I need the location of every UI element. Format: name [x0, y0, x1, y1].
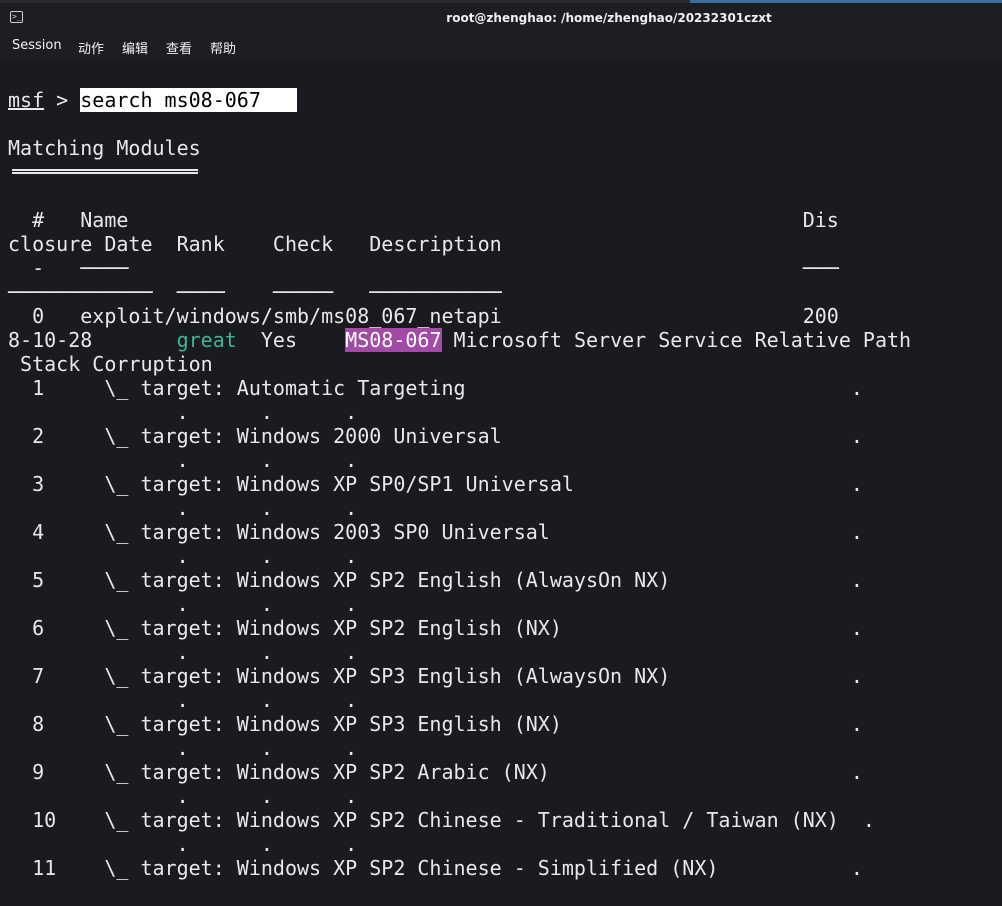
- target-row-10: 10 \_ target: Windows XP SP2 Chinese - T…: [8, 808, 875, 832]
- menu-session[interactable]: Session: [12, 38, 62, 53]
- table-header-line1: # Name Dis: [8, 208, 839, 232]
- target-row-3: 3 \_ target: Windows XP SP0/SP1 Universa…: [8, 472, 863, 496]
- menu-help[interactable]: 帮助: [210, 38, 236, 57]
- row0-check: Yes: [236, 328, 346, 352]
- target-dots-1: . . .: [8, 400, 358, 424]
- target-row-8: 8 \_ target: Windows XP SP3 English (NX)…: [8, 712, 863, 736]
- target-dots-7: . . .: [8, 688, 358, 712]
- target-dots-9: . . .: [8, 784, 358, 808]
- target-dots-8: . . .: [8, 736, 358, 760]
- prompt-line: msf > search ms08-067: [8, 88, 297, 112]
- table-header-line2: closure Date Rank Check Description: [8, 232, 502, 256]
- matching-modules-heading: Matching Modules: [8, 136, 201, 160]
- row0-rank: great: [176, 328, 237, 352]
- prompt-name: msf: [8, 88, 45, 112]
- row0-description: Microsoft Server Service Relative Path: [441, 328, 912, 352]
- target-dots-4: . . .: [8, 544, 358, 568]
- command-input[interactable]: search ms08-067: [80, 88, 297, 112]
- row0-line2: 8-10-28 great Yes MS08-067 Microsoft Ser…: [8, 328, 911, 352]
- row0-match-highlight: MS08-067: [345, 328, 442, 352]
- top-strip: [0, 0, 1002, 3]
- menu-action[interactable]: 动作: [78, 38, 104, 57]
- menu-bar: Session 动作 编辑 查看 帮助: [0, 34, 1002, 58]
- table-dash-line2: ──────────── ──── ───── ───────────: [8, 280, 502, 304]
- top-strip-accent: [690, 0, 1002, 3]
- target-dots-6: . . .: [8, 640, 358, 664]
- target-row-9: 9 \_ target: Windows XP SP2 Arabic (NX) …: [8, 760, 863, 784]
- heading-underline: [12, 169, 198, 174]
- target-row-2: 2 \_ target: Windows 2000 Universal .: [8, 424, 863, 448]
- prompt-separator: >: [44, 88, 81, 112]
- target-dots-10: . . .: [8, 832, 358, 856]
- target-row-6: 6 \_ target: Windows XP SP2 English (NX)…: [8, 616, 863, 640]
- target-dots-2: . . .: [8, 448, 358, 472]
- row0-line1: 0 exploit/windows/smb/ms08_067_netapi 20…: [8, 304, 839, 328]
- target-row-7: 7 \_ target: Windows XP SP3 English (Alw…: [8, 664, 863, 688]
- menu-edit[interactable]: 编辑: [122, 38, 148, 57]
- terminal-output[interactable]: msf > search ms08-067 Matching Modules #…: [0, 58, 1002, 906]
- target-row-5: 5 \_ target: Windows XP SP2 English (Alw…: [8, 568, 863, 592]
- window-title: root@zhenghao: /home/zhenghao/20232301cz…: [446, 11, 772, 25]
- row0-line3: Stack Corruption: [8, 352, 213, 376]
- target-dots-3: . . .: [8, 496, 358, 520]
- target-row-11: 11 \_ target: Windows XP SP2 Chinese - S…: [8, 856, 863, 880]
- row0-date: 8-10-28: [8, 328, 177, 352]
- target-row-1: 1 \_ target: Automatic Targeting .: [8, 376, 863, 400]
- title-bar: >_ root@zhenghao: /home/zhenghao/2023230…: [0, 0, 1002, 34]
- target-dots-5: . . .: [8, 592, 358, 616]
- target-row-4: 4 \_ target: Windows 2003 SP0 Universal …: [8, 520, 863, 544]
- menu-view[interactable]: 查看: [166, 38, 192, 57]
- table-dash-line1: - ──── ───: [8, 256, 839, 280]
